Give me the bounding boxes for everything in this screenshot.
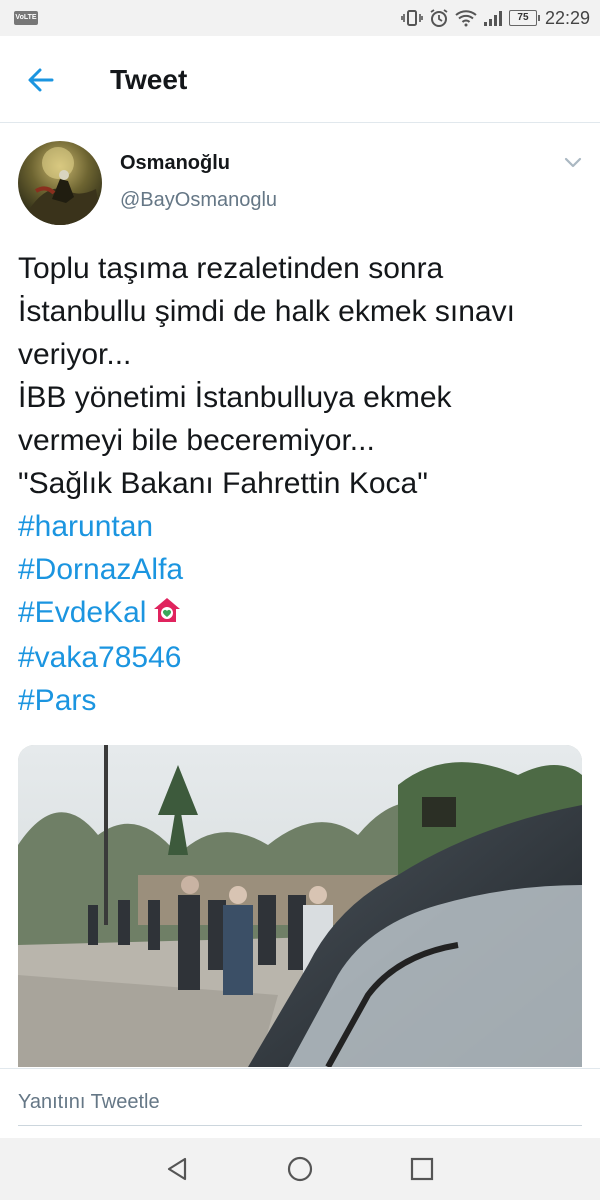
status-icons: 75 22:29 — [401, 6, 590, 30]
wifi-icon — [455, 9, 477, 27]
hashtag-link-row: #EvdeKal — [18, 591, 588, 636]
signal-icon — [483, 9, 503, 27]
reply-bar: Yanıtını Tweetle — [0, 1068, 600, 1139]
alarm-icon — [429, 8, 449, 28]
square-recents-icon — [407, 1157, 437, 1188]
status-bar: VoLTE 75 22:29 — [0, 0, 600, 36]
hashtag-link[interactable]: #haruntan — [18, 505, 588, 548]
tweet-line: vermeyi bile beceremiyor... — [18, 424, 375, 457]
media-video[interactable] — [18, 745, 582, 1067]
arrow-left-icon — [22, 68, 62, 102]
nav-back-button[interactable] — [163, 1154, 193, 1184]
header: Tweet — [0, 36, 600, 123]
vibrate-icon — [401, 9, 423, 27]
tweet-line: İBB yönetimi İstanbulluya ekmek — [18, 381, 452, 414]
hashtag-link[interactable]: #EvdeKal — [18, 596, 146, 629]
chevron-down-icon — [562, 157, 584, 176]
volte-badge: VoLTE — [14, 11, 38, 25]
house-with-heart-icon — [152, 593, 182, 636]
tweet-options-button[interactable] — [562, 154, 584, 172]
clock: 22:29 — [544, 7, 590, 28]
triangle-back-icon — [163, 1157, 193, 1188]
back-button[interactable] — [22, 62, 62, 98]
hashtag-link[interactable]: #vaka78546 — [18, 636, 588, 679]
nav-home-button[interactable] — [285, 1154, 315, 1184]
page-title: Tweet — [110, 64, 188, 95]
author-handle[interactable]: @BayOsmanoglu — [120, 189, 277, 212]
author-name[interactable]: Osmanoğlu — [120, 152, 230, 175]
tweet-text: Toplu taşıma rezaletinden sonra İstanbul… — [18, 247, 588, 722]
navigation-bar — [0, 1138, 600, 1200]
hashtag-link[interactable]: #DornazAlfa — [18, 548, 588, 591]
circle-home-icon — [285, 1156, 315, 1188]
tweet-line: Toplu taşıma rezaletinden sonra — [18, 252, 444, 285]
nav-recents-button[interactable] — [407, 1154, 437, 1184]
battery-icon: 75 — [508, 10, 540, 26]
hashtag-link[interactable]: #Pars — [18, 679, 588, 722]
tweet-line: veriyor... — [18, 338, 132, 371]
tweet-line: İstanbullu şimdi de halk ekmek sınavı — [18, 295, 515, 328]
reply-input[interactable]: Yanıtını Tweetle — [18, 1091, 582, 1126]
tweet-line: "Sağlık Bakanı Fahrettin Koca" — [18, 467, 428, 500]
avatar[interactable] — [18, 141, 102, 225]
